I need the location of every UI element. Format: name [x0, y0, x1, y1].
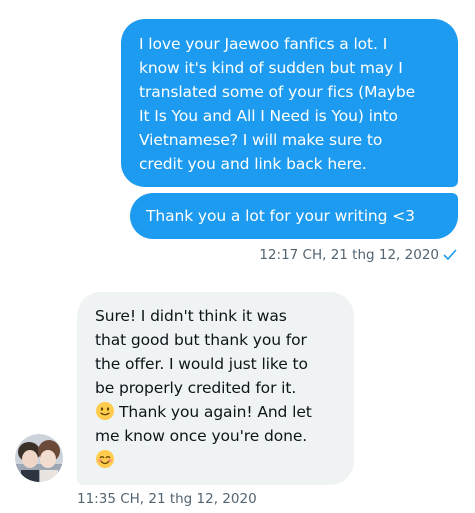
message-text-line: Vietnamese? I will make sure to — [139, 131, 383, 149]
avatar[interactable] — [15, 434, 63, 482]
sent-message-bubble[interactable]: I love your Jaewoo fanfics a lot. I know… — [121, 19, 458, 187]
smiling-face-with-smiling-eyes-icon — [95, 449, 115, 469]
sent-message-bubble[interactable]: Thank you a lot for your writing <3 — [130, 193, 458, 239]
message-text-line: Sure! I didn't think it was — [95, 307, 287, 325]
message-text-line: that good but thank you for — [95, 331, 307, 349]
message-emoji-line — [95, 448, 344, 472]
message-text-line: translated some of your fics (Maybe — [139, 83, 416, 101]
received-message-bubble[interactable]: Sure! I didn't think it was that good bu… — [77, 292, 354, 485]
message-text-line: credit you and link back here. — [139, 155, 367, 173]
message-text-line: I love your Jaewoo fanfics a lot. I — [139, 35, 388, 53]
message-text: Thank you a lot for your writing <3 — [146, 207, 415, 225]
message-text-line: It Is You and All I Need is You) into — [139, 107, 398, 125]
message-text-line: me know once you're done. — [95, 427, 308, 445]
received-message-timestamp: 11:35 CH, 21 thg 12, 2020 — [77, 491, 257, 507]
slightly-smiling-face-icon — [95, 401, 115, 421]
sent-message-timestamp: 12:17 CH, 21 thg 12, 2020 — [259, 247, 458, 263]
message-text-line: know it's kind of sudden but may I — [139, 59, 403, 77]
message-text-line-with-emoji: Thank you again! And let — [95, 400, 344, 424]
timestamp-text: 12:17 CH, 21 thg 12, 2020 — [259, 247, 439, 263]
check-icon — [442, 247, 458, 263]
message-text-line: the offer. I would just like to — [95, 355, 308, 373]
message-text-line: be properly credited for it. — [95, 379, 297, 397]
